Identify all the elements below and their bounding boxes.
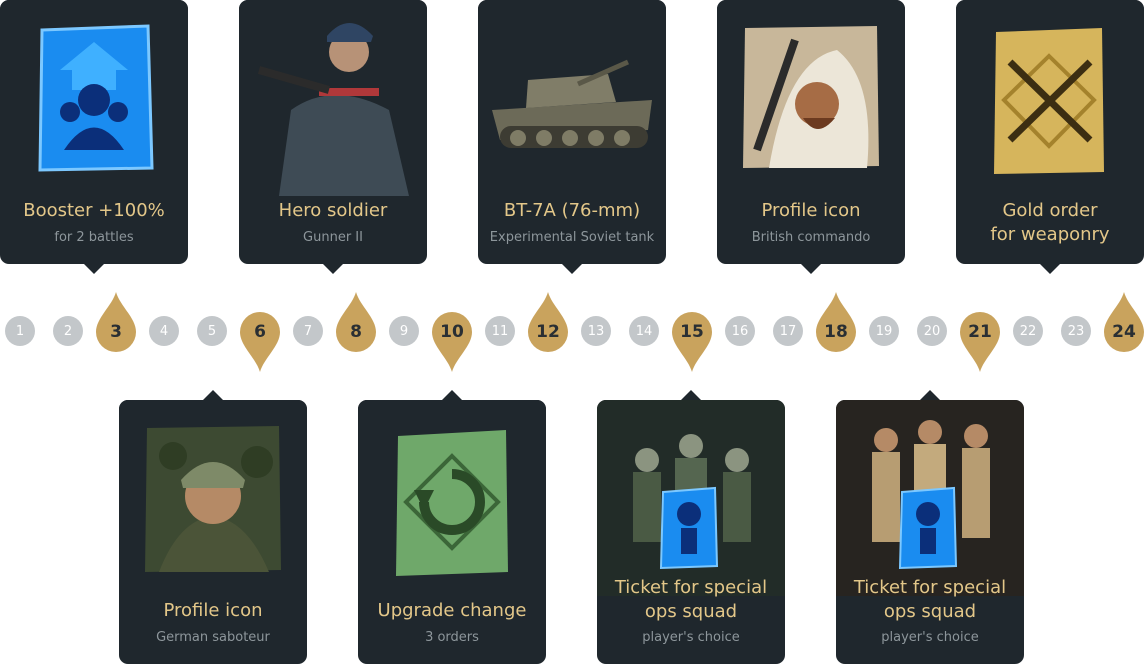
booster-card-icon <box>0 0 188 196</box>
day-5: 5 <box>197 316 227 346</box>
reward-title: Hero soldier <box>278 200 388 221</box>
reward-title-line-2: ops squad <box>644 601 738 622</box>
reward-title: Profile icon <box>761 200 861 221</box>
day-24-label: 24 <box>1112 322 1136 342</box>
reward-title: Ticket for special ops squad <box>603 576 779 624</box>
reward-title: Upgrade change <box>377 600 527 621</box>
day-15-label: 15 <box>680 322 704 342</box>
day-12-marker: 12 <box>528 292 568 372</box>
day-12-label: 12 <box>536 322 560 342</box>
day-11: 11 <box>485 316 515 346</box>
day-21-label: 21 <box>968 322 992 342</box>
tank-icon <box>478 0 666 196</box>
day-9: 9 <box>389 316 419 346</box>
hero-soldier-portrait <box>239 0 427 196</box>
reward-card-day-6[interactable]: Profile icon German saboteur <box>119 390 307 664</box>
reward-title-line-1: Ticket for special <box>853 577 1007 598</box>
day-10-label: 10 <box>440 322 464 342</box>
day-18-label: 18 <box>824 322 848 342</box>
reward-subtitle: German saboteur <box>156 630 270 645</box>
day-15-marker: 15 <box>672 292 712 372</box>
day-17: 17 <box>773 316 803 346</box>
reward-subtitle: player's choice <box>642 630 740 645</box>
profile-icon-british-commando <box>717 0 905 196</box>
reward-card-day-21[interactable]: Ticket for special ops squad player's ch… <box>836 390 1024 664</box>
day-2: 2 <box>53 316 83 346</box>
day-23: 23 <box>1061 316 1091 346</box>
reward-card-day-15[interactable]: Ticket for special ops squad player's ch… <box>597 390 785 664</box>
reward-subtitle: for 2 battles <box>54 230 134 245</box>
day-18-marker: 18 <box>816 292 856 372</box>
reward-title: Gold order for weaponry <box>962 199 1138 247</box>
day-22: 22 <box>1013 316 1043 346</box>
day-3-label: 3 <box>110 322 122 342</box>
day-21-marker: 21 <box>960 292 1000 372</box>
upgrade-order-icon <box>358 400 546 596</box>
reward-card-day-24[interactable]: Gold order for weaponry <box>956 0 1144 274</box>
reward-subtitle: 3 orders <box>425 630 479 645</box>
day-16: 16 <box>725 316 755 346</box>
day-14: 14 <box>629 316 659 346</box>
day-20: 20 <box>917 316 947 346</box>
day-13: 13 <box>581 316 611 346</box>
reward-card-day-10[interactable]: Upgrade change 3 orders <box>358 390 546 664</box>
day-4: 4 <box>149 316 179 346</box>
day-24-marker: 24 <box>1104 292 1144 372</box>
reward-title: BT-7A (76-mm) <box>503 200 641 221</box>
reward-title: Booster +100% <box>23 200 165 221</box>
reward-card-day-8[interactable]: Hero soldier Gunner II <box>239 0 427 274</box>
reward-card-day-3[interactable]: Booster +100% for 2 battles <box>0 0 188 274</box>
reward-title: Ticket for special ops squad <box>842 576 1018 624</box>
squad-ticket-icon <box>597 400 785 596</box>
reward-title: Profile icon <box>163 600 263 621</box>
squad-ticket-icon <box>836 400 1024 596</box>
reward-subtitle: Experimental Soviet tank <box>489 230 655 245</box>
reward-title-line-1: Ticket for special <box>614 577 768 598</box>
day-19: 19 <box>869 316 899 346</box>
reward-title-line-2: ops squad <box>883 601 977 622</box>
day-7: 7 <box>293 316 323 346</box>
reward-card-day-12[interactable]: BT-7A (76-mm) Experimental Soviet tank <box>478 0 666 274</box>
reward-card-day-18[interactable]: Profile icon British commando <box>717 0 905 274</box>
reward-subtitle: player's choice <box>881 630 979 645</box>
day-6-label: 6 <box>254 322 266 342</box>
day-8-marker: 8 <box>336 292 376 372</box>
day-1: 1 <box>5 316 35 346</box>
reward-title-line-1: Gold order <box>1002 200 1098 221</box>
reward-title-line-2: for weaponry <box>990 224 1110 245</box>
profile-icon-german-saboteur <box>119 400 307 596</box>
day-6-marker: 6 <box>240 292 280 372</box>
reward-subtitle: Gunner II <box>303 230 363 245</box>
reward-subtitle: British commando <box>751 230 871 245</box>
day-3-marker: 3 <box>96 292 136 372</box>
day-10-marker: 10 <box>432 292 472 372</box>
gold-order-icon <box>956 0 1144 196</box>
day-8-label: 8 <box>350 322 362 342</box>
